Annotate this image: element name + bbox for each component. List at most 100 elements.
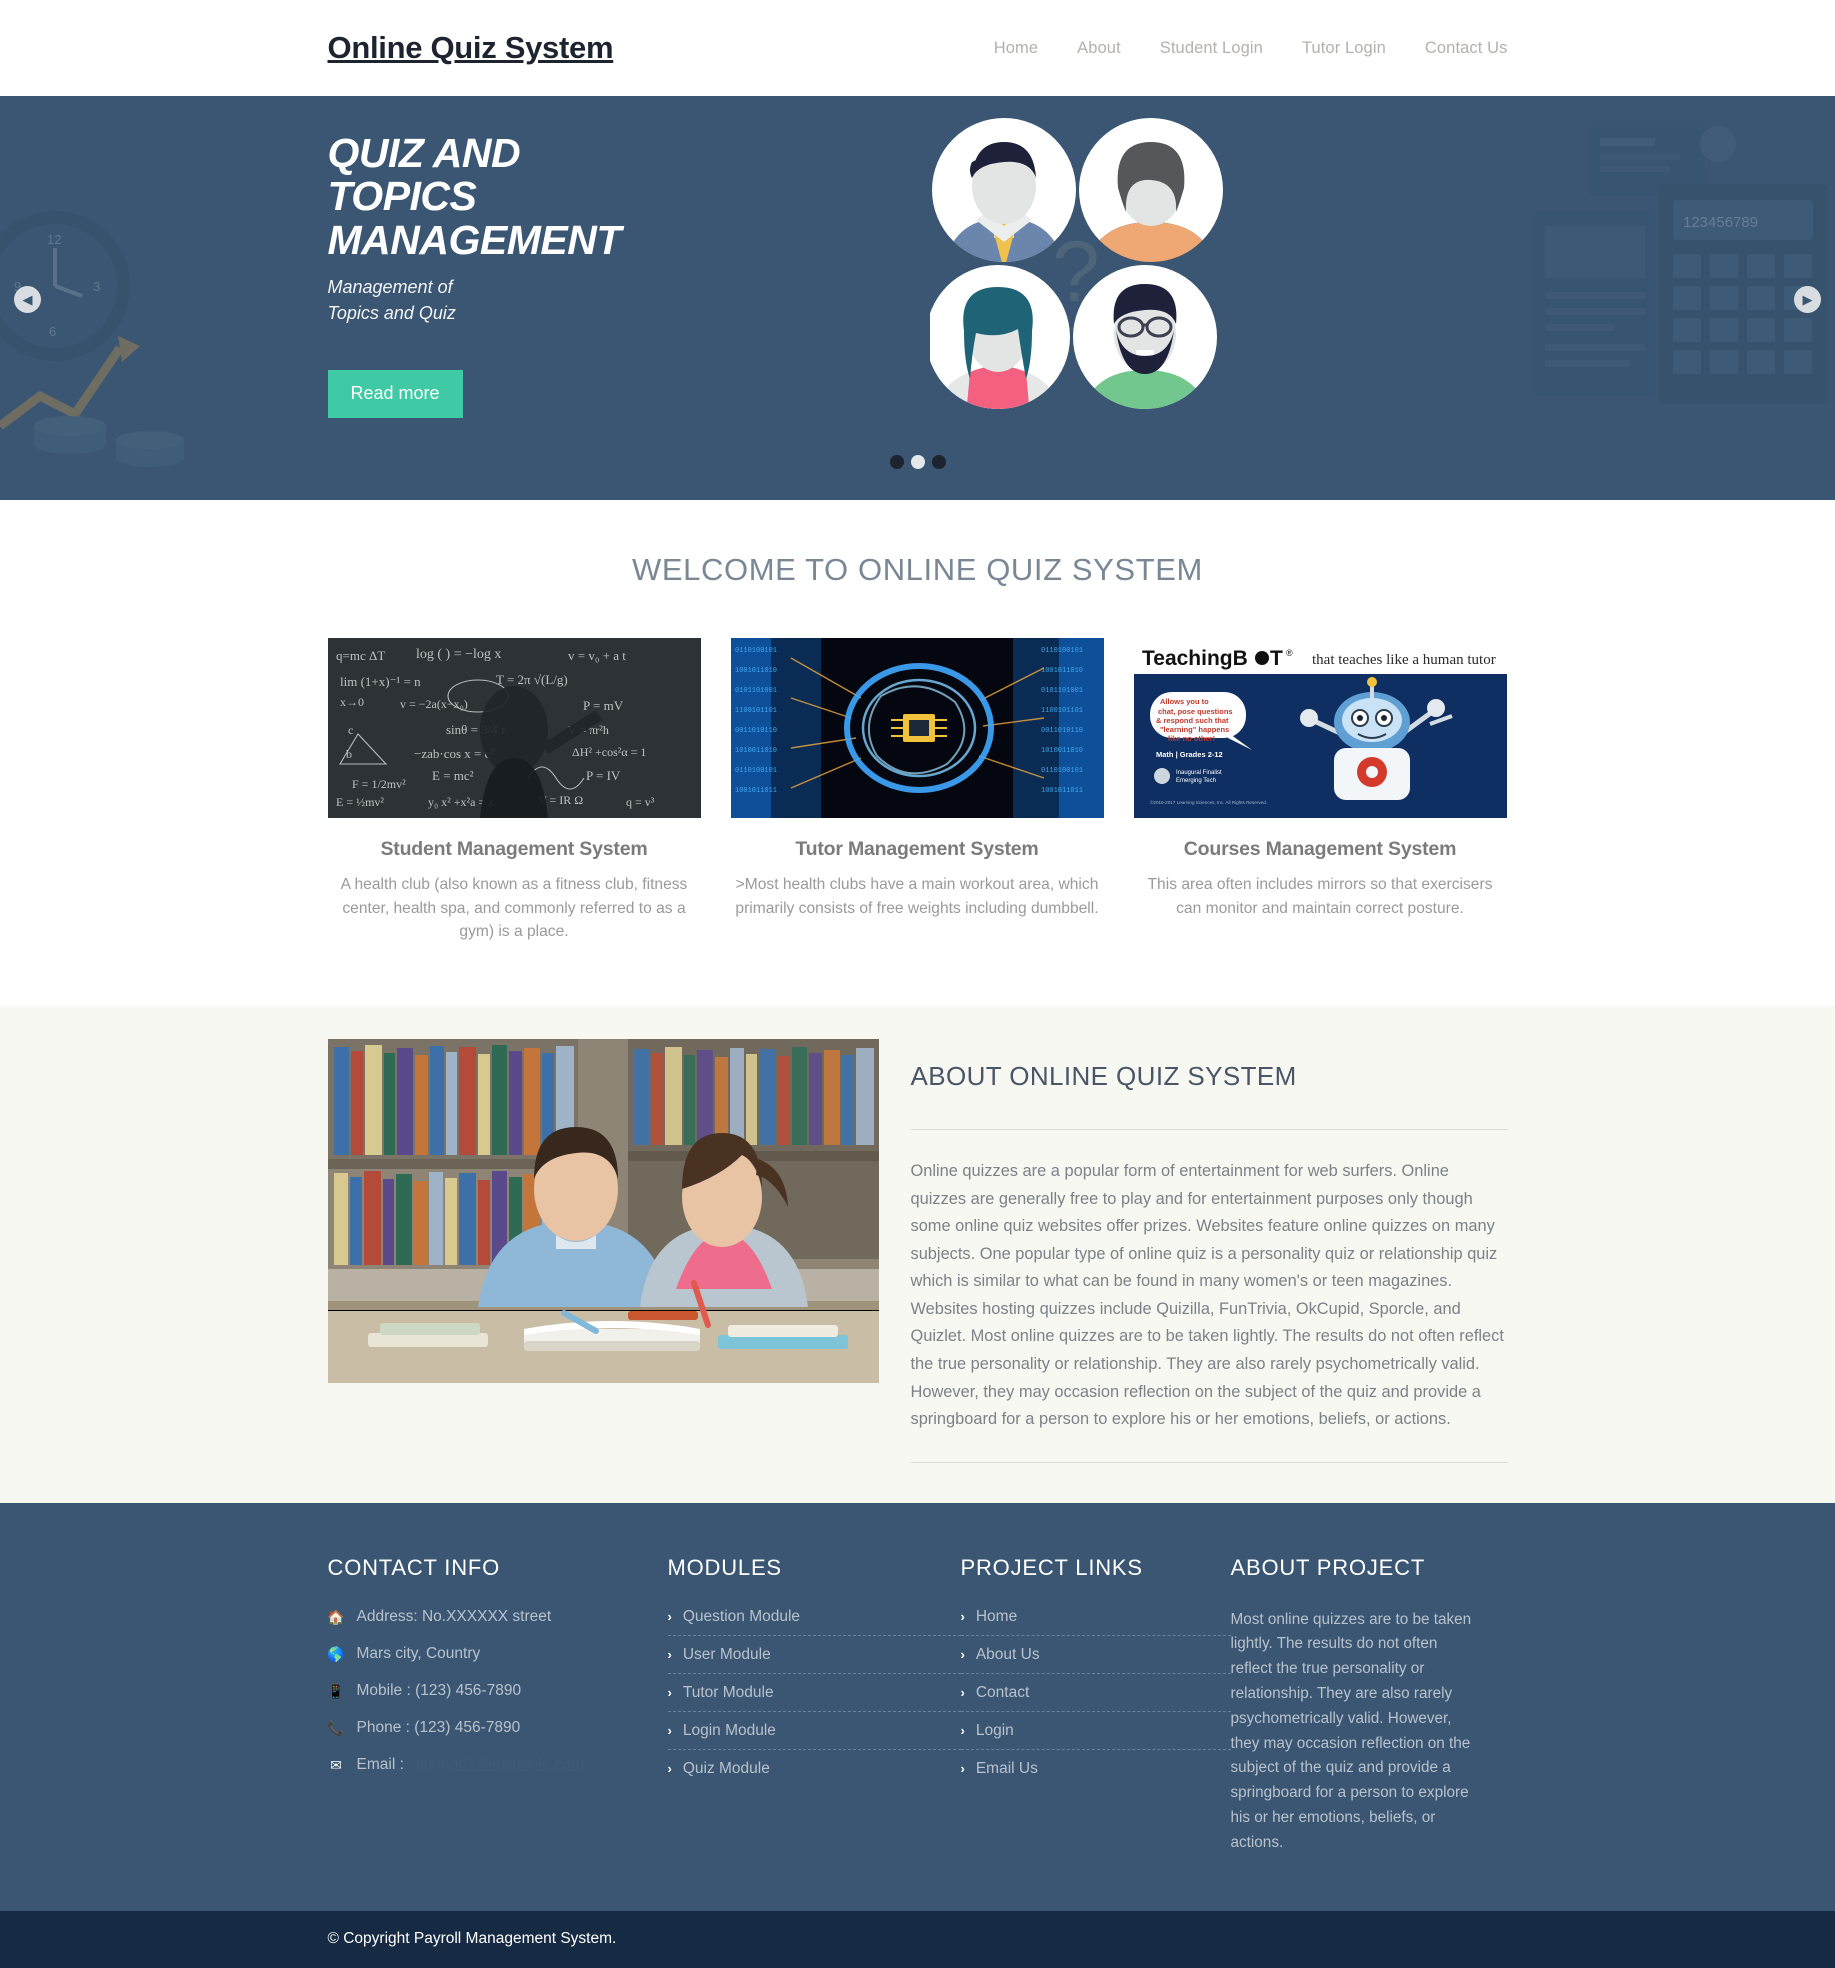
footer-link-label: Quiz Module	[682, 1759, 770, 1777]
chevron-right-icon: ›	[667, 1647, 672, 1663]
main-navigation: Home About Student Login Tutor Login Con…	[994, 39, 1508, 58]
chevron-right-icon: ›	[667, 1609, 672, 1625]
nav-item-about[interactable]: About	[1077, 39, 1121, 58]
about-divider-top	[910, 1129, 1508, 1131]
svg-text:3: 3	[93, 279, 100, 294]
svg-text:Math | Grades 2-12: Math | Grades 2-12	[1156, 750, 1223, 759]
carousel-dot-3[interactable]	[931, 455, 946, 469]
svg-text:E = ½mv²: E = ½mv²	[336, 795, 384, 809]
footer-link-label: Login	[975, 1721, 1014, 1739]
contact-row-email: ✉ Email : support1@example.com	[328, 1756, 668, 1774]
blackboard-math-photo: q=mc ΔT log ( ) = −log x v = v₀ + a t li…	[327, 638, 701, 818]
about-section: ABOUT ONLINE QUIZ SYSTEM Online quizzes …	[0, 1006, 1835, 1503]
footer-link-label: About Us	[975, 1645, 1040, 1663]
footer-link-row: › About Us	[960, 1646, 1231, 1674]
svg-text:E = mc²: E = mc²	[432, 768, 474, 783]
carousel-dot-2[interactable]	[910, 455, 925, 469]
svg-text:®: ®	[1286, 648, 1293, 658]
footer-column-about-project: ABOUT PROJECT Most online quizzes are to…	[1231, 1555, 1481, 1856]
svg-text:q=mc ΔT: q=mc ΔT	[336, 648, 385, 663]
svg-text:lim (1+x)⁻¹ = n: lim (1+x)⁻¹ = n	[340, 674, 421, 689]
svg-text:0110100101: 0110100101	[1041, 647, 1083, 655]
footer-link-home[interactable]: › Home	[961, 1608, 1231, 1626]
footer-link-quiz-module[interactable]: › Quiz Module	[668, 1760, 961, 1778]
hero-subtitle-line-2: Topics and Quiz	[327, 302, 456, 323]
svg-text:& respond such that: & respond such that	[1156, 716, 1229, 725]
svg-text:Emerging Tech: Emerging Tech	[1176, 778, 1216, 784]
svg-text:©2016-2017 Learning Sciences,: ©2016-2017 Learning Sciences, Inc. All R…	[1150, 799, 1267, 805]
footer-link-question-module[interactable]: › Question Module	[668, 1608, 961, 1626]
svg-text:1001011010: 1001011010	[735, 667, 777, 675]
footer-link-login-module[interactable]: › Login Module	[668, 1722, 961, 1740]
site-header: Online Quiz System Home About Student Lo…	[0, 0, 1835, 96]
svg-text:TeachingB: TeachingB	[1142, 647, 1248, 670]
chevron-right-icon: ›	[960, 1609, 965, 1625]
brand-logo[interactable]: Online Quiz System	[328, 30, 614, 66]
svg-text:1001011011: 1001011011	[1041, 787, 1083, 795]
site-footer: CONTACT INFO 🏠 Address: No.XXXXXX street…	[0, 1502, 1835, 1912]
hero-title-line-1: QUIZ AND	[327, 130, 521, 176]
students-studying-library-photo	[327, 1039, 879, 1384]
svg-text:0011010110: 0011010110	[735, 727, 777, 735]
about-paragraph: Online quizzes are a popular form of ent…	[910, 1162, 1504, 1429]
svg-text:0110100101: 0110100101	[735, 767, 777, 775]
hero-avatars-illustration: ?	[929, 116, 1230, 416]
footer-link-contact[interactable]: › Contact	[961, 1684, 1231, 1702]
svg-text:q = v³: q = v³	[626, 795, 655, 809]
footer-link-label: User Module	[682, 1645, 771, 1663]
contact-row-phone: 📞 Phone : (123) 456-7890	[327, 1719, 668, 1737]
footer-link-label: Question Module	[682, 1607, 801, 1625]
contact-address-text: Address: No.XXXXXX street	[356, 1607, 552, 1625]
footer-link-tutor-module[interactable]: › Tutor Module	[668, 1684, 961, 1702]
svg-text:chat, pose questions: chat, pose questions	[1158, 707, 1233, 716]
hero-read-more-button[interactable]: Read more	[327, 370, 463, 419]
nav-item-contact-us[interactable]: Contact Us	[1425, 39, 1508, 58]
footer-column-contact: CONTACT INFO 🏠 Address: No.XXXXXX street…	[327, 1554, 668, 1856]
avatar-man-beard	[1072, 265, 1217, 409]
contact-email-label: Email :	[356, 1756, 404, 1774]
nav-item-tutor-login[interactable]: Tutor Login	[1302, 39, 1386, 58]
hero-title-line-2: TOPICS	[327, 173, 477, 220]
envelope-icon: ✉	[330, 1757, 342, 1774]
hero-carousel: 12 3 6 9 123456789 QUIZ AND TOPICS MANAG…	[0, 96, 1835, 500]
footer-about-project-text: Most online quizzes are to be taken ligh…	[1230, 1610, 1472, 1851]
contact-city-text: Mars city, Country	[356, 1644, 481, 1662]
svg-text:1010011010: 1010011010	[735, 747, 777, 755]
svg-text:ΔH² +cos²α = 1: ΔH² +cos²α = 1	[572, 745, 646, 759]
contact-row-city: 🌎 Mars city, Country	[327, 1644, 668, 1663]
footer-link-user-module[interactable]: › User Module	[668, 1646, 961, 1664]
feature-card-title: Tutor Management System	[795, 838, 1039, 860]
welcome-section: WELCOME TO ONLINE QUIZ SYSTEM q=mc ΔT lo…	[0, 500, 1835, 1007]
svg-text:"learning" happens: "learning" happens	[1160, 725, 1229, 734]
carousel-next-button[interactable]: ▶	[1794, 286, 1821, 313]
footer-link-row: › Quiz Module	[668, 1760, 961, 1787]
footer-link-row: › Email Us	[961, 1760, 1231, 1787]
avatar-woman-orange	[1078, 118, 1223, 262]
contact-phone-text: Phone : (123) 456-7890	[356, 1719, 521, 1737]
chevron-right-icon: ›	[960, 1761, 965, 1777]
svg-text:T: T	[1270, 647, 1283, 670]
contact-email-link[interactable]: support1@example.com	[416, 1756, 584, 1774]
footer-link-email-us[interactable]: › Email Us	[961, 1760, 1231, 1778]
footer-link-row: › User Module	[667, 1646, 961, 1674]
copyright-text: © Copyright Payroll Management System.	[327, 1930, 617, 1948]
chevron-right-icon: ›	[667, 1723, 672, 1739]
about-heading: ABOUT ONLINE QUIZ SYSTEM	[910, 1061, 1297, 1092]
nav-item-student-login[interactable]: Student Login	[1160, 39, 1263, 58]
footer-link-login[interactable]: › Login	[961, 1722, 1231, 1740]
chevron-right-icon: ›	[960, 1685, 965, 1701]
feature-card-title: Courses Management System	[1183, 838, 1457, 860]
svg-text:like no other!: like no other!	[1168, 734, 1215, 743]
footer-contact-title: CONTACT INFO	[327, 1554, 501, 1580]
footer-link-label: Tutor Module	[682, 1683, 774, 1701]
svg-text:1001011010: 1001011010	[1041, 667, 1083, 675]
svg-text:log ( ) = −log x: log ( ) = −log x	[416, 647, 501, 662]
footer-link-row: › Contact	[960, 1684, 1231, 1712]
svg-text:Inaugural Finalist: Inaugural Finalist	[1176, 770, 1222, 776]
footer-link-about-us[interactable]: › About Us	[961, 1646, 1231, 1664]
svg-text:12: 12	[47, 232, 61, 247]
nav-item-home[interactable]: Home	[994, 39, 1038, 58]
footer-link-row: › Question Module	[667, 1608, 961, 1636]
carousel-prev-button[interactable]: ◀	[14, 286, 41, 313]
carousel-dot-1[interactable]	[889, 455, 904, 469]
